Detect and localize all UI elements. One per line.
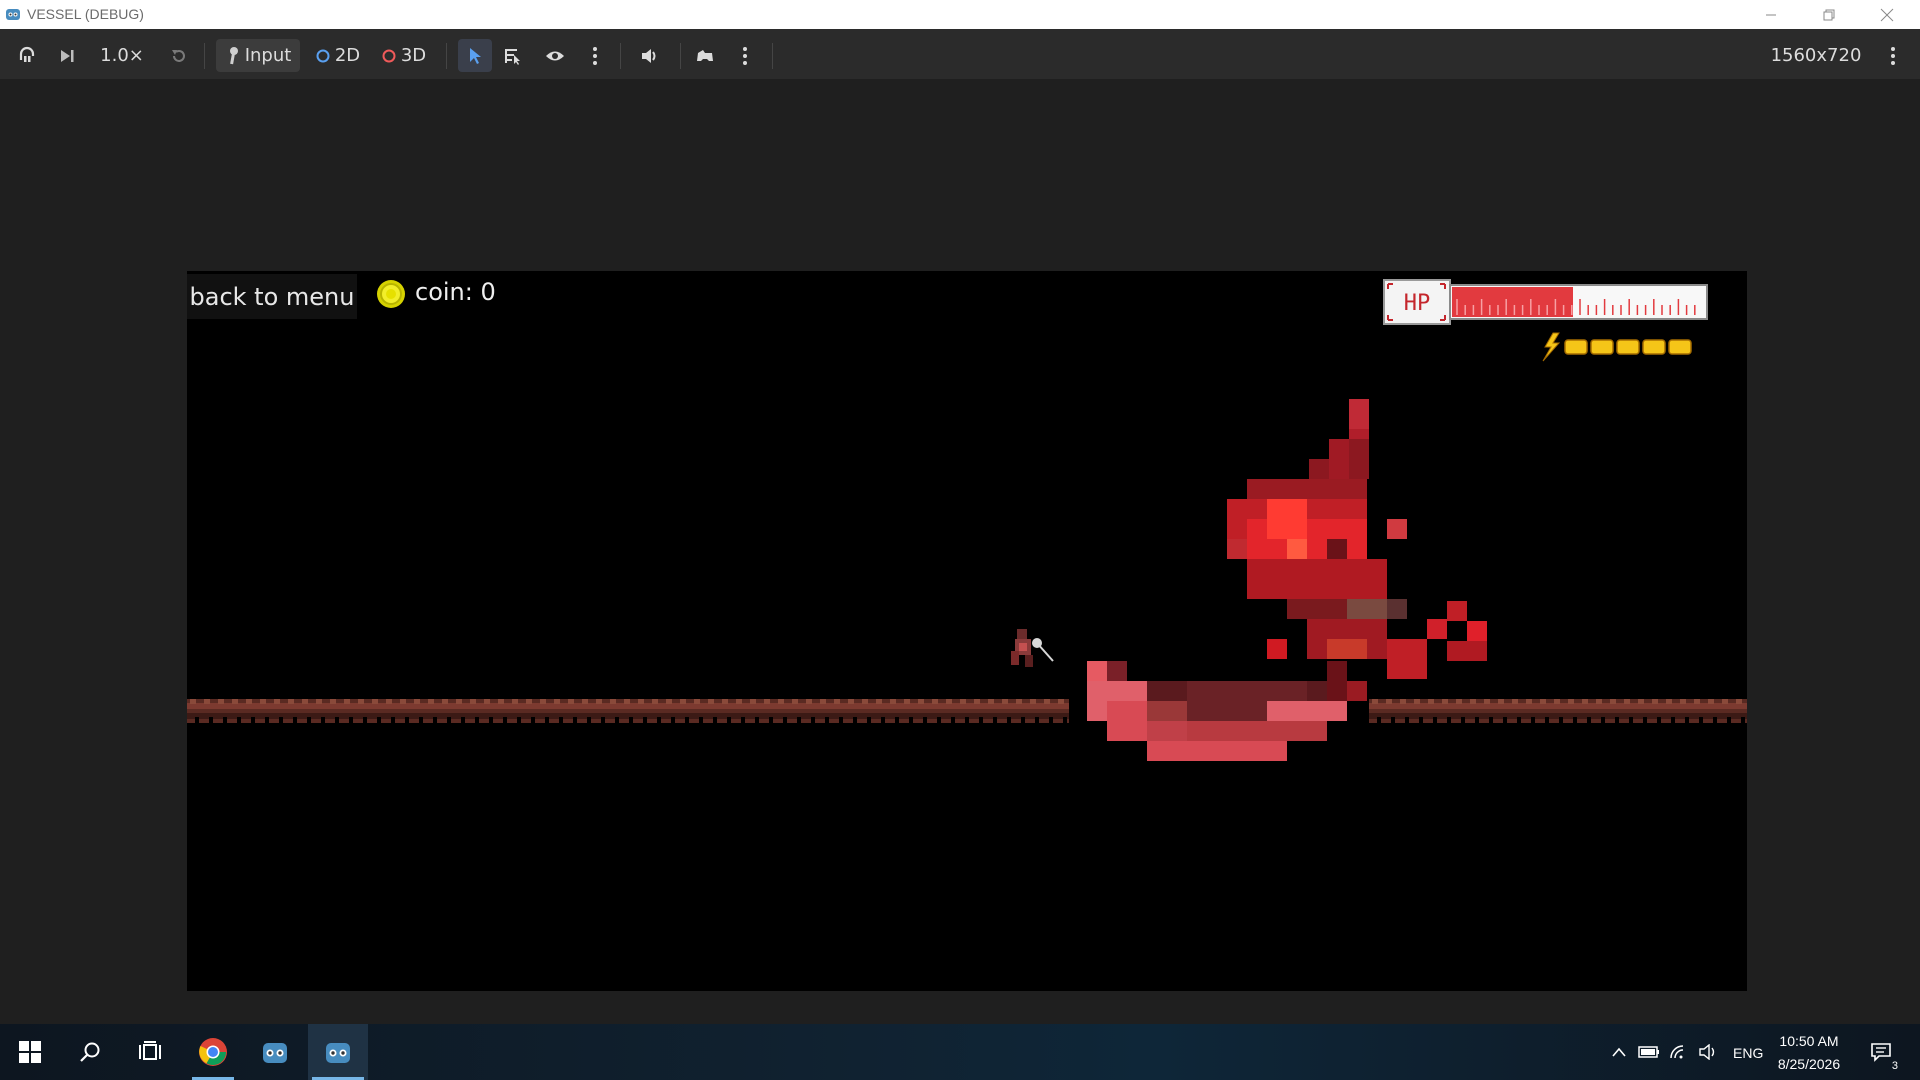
energy-segment	[1564, 339, 1588, 355]
resolution-label: 1560x720	[1770, 45, 1862, 66]
start-button[interactable]	[6, 1024, 54, 1080]
notification-count: 3	[1891, 1060, 1898, 1072]
wifi-icon	[1670, 1045, 1684, 1059]
list-select-button[interactable]	[498, 39, 528, 72]
next-frame-button[interactable]	[52, 39, 82, 72]
show-hidden-icons-button[interactable]	[1606, 1024, 1632, 1080]
circle-2d-icon	[316, 49, 330, 62]
camera-override-button[interactable]	[690, 39, 720, 72]
suspend-button[interactable]	[12, 39, 42, 72]
window-title: VESSEL (DEBUG)	[27, 6, 144, 22]
coin-counter: coin: 0	[415, 278, 496, 306]
energy-segment	[1590, 339, 1614, 355]
taskbar-godot-editor[interactable]	[250, 1024, 300, 1080]
game-canvas[interactable]: back to menu coin: 0 HP	[187, 271, 1747, 991]
restore-button[interactable]	[1806, 0, 1852, 29]
network-button[interactable]	[1666, 1024, 1692, 1080]
eye-icon	[546, 51, 564, 60]
speaker-icon	[1699, 1044, 1715, 1060]
window-more-button[interactable]	[1878, 39, 1908, 72]
demon-claw	[1447, 601, 1487, 661]
minimize-icon	[1766, 14, 1776, 15]
taskbar-godot-game[interactable]	[308, 1024, 368, 1080]
lightning-icon	[1542, 332, 1561, 362]
task-view-icon	[139, 1041, 161, 1060]
mode-2d-button[interactable]: 2D	[312, 39, 364, 72]
speed-selector[interactable]: 1.0×	[96, 39, 148, 72]
debug-toolbar: 1.0× Input 2D 3D 1560x720	[0, 29, 1920, 79]
clock-time[interactable]: 10:50 AM	[1772, 1033, 1846, 1049]
cursor-arrow-icon	[470, 47, 481, 64]
search-button[interactable]	[66, 1024, 114, 1080]
task-view-button[interactable]	[126, 1024, 174, 1080]
reset-speed-button[interactable]	[164, 39, 194, 72]
game-controller-icon	[697, 49, 713, 61]
more-vertical-icon	[1891, 46, 1895, 65]
more-vertical-icon	[593, 46, 597, 65]
reset-icon	[172, 49, 185, 62]
battery-button[interactable]	[1636, 1024, 1662, 1080]
taskbar-chrome[interactable]	[188, 1024, 238, 1080]
energy-segment	[1642, 339, 1666, 355]
energy-meter	[1542, 332, 1692, 362]
energy-segment	[1616, 339, 1640, 355]
notifications-button[interactable]: 3	[1862, 1024, 1902, 1080]
windows-logo-icon	[19, 1041, 41, 1063]
input-toggle-button[interactable]: Input	[216, 39, 300, 72]
mode-2d-label: 2D	[334, 45, 361, 66]
select-tool-button[interactable]	[458, 39, 492, 72]
volume-button[interactable]	[1696, 1024, 1722, 1080]
energy-segment	[1668, 339, 1692, 355]
more-options-button[interactable]	[580, 39, 610, 72]
more-vertical-icon	[743, 46, 747, 65]
hp-label: HP	[1404, 291, 1431, 316]
mode-3d-button[interactable]: 3D	[378, 39, 430, 72]
close-button[interactable]	[1864, 0, 1910, 29]
next-frame-icon	[61, 49, 74, 62]
embedded-game-viewport: back to menu coin: 0 HP	[7, 80, 1913, 1022]
circle-3d-icon	[382, 49, 396, 62]
language-indicator[interactable]: ENG	[1733, 1045, 1763, 1061]
list-select-icon	[505, 48, 520, 65]
input-label: Input	[244, 45, 292, 66]
restore-icon	[1823, 9, 1835, 20]
godot-icon	[326, 1043, 350, 1063]
minimize-button[interactable]	[1748, 0, 1794, 29]
player-character	[1011, 629, 1054, 667]
camera-more-button[interactable]	[730, 39, 760, 72]
close-icon	[1880, 8, 1894, 21]
visibility-button[interactable]	[540, 39, 570, 72]
godot-icon	[263, 1043, 287, 1063]
search-icon	[80, 1042, 100, 1062]
suspend-icon	[19, 46, 35, 62]
chrome-icon	[199, 1038, 227, 1066]
mode-3d-label: 3D	[400, 45, 427, 66]
ground-platform-left	[187, 699, 1069, 723]
demon-pedestal	[1087, 661, 1367, 761]
hp-bar: HP	[1383, 279, 1708, 325]
godot-app-icon	[6, 9, 20, 20]
coin-icon	[377, 280, 405, 308]
battery-icon	[1638, 1046, 1659, 1058]
notification-icon	[1871, 1043, 1891, 1062]
speaker-icon	[642, 48, 656, 63]
chevron-up-icon	[1612, 1047, 1626, 1057]
window-titlebar: VESSEL (DEBUG)	[0, 0, 1920, 29]
windows-taskbar: ENG 10:50 AM 8/25/2026 3	[0, 1024, 1920, 1080]
joystick-icon	[229, 46, 238, 64]
mute-button[interactable]	[634, 39, 666, 72]
clock-date[interactable]: 8/25/2026	[1772, 1056, 1846, 1072]
back-to-menu-button[interactable]: back to menu	[187, 274, 357, 319]
